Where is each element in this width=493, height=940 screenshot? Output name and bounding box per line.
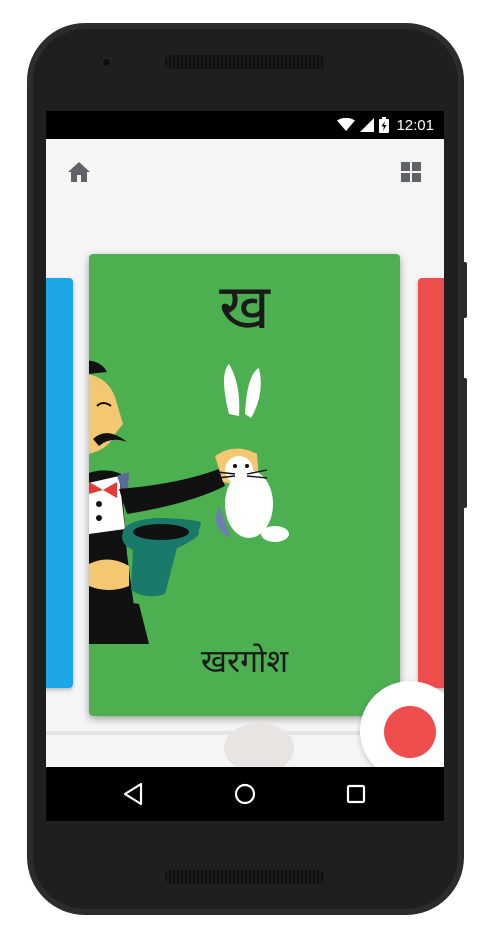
- battery-charging-icon: [379, 117, 390, 133]
- signal-icon: [360, 118, 375, 132]
- status-bar: 12:01: [46, 111, 444, 139]
- status-icons: 12:01: [337, 111, 434, 139]
- recents-icon[interactable]: [341, 779, 371, 809]
- home-circle-icon[interactable]: [230, 779, 260, 809]
- front-camera: [101, 57, 112, 68]
- volume-rocker: [462, 378, 467, 508]
- magician-rabbit-illustration: [89, 360, 289, 644]
- back-icon[interactable]: [119, 779, 149, 809]
- card-letter: ख: [219, 270, 270, 343]
- bottom-speaker: [165, 870, 325, 884]
- background-decoration: [224, 723, 294, 773]
- previous-card[interactable]: [46, 278, 73, 688]
- next-card[interactable]: [418, 278, 444, 688]
- home-icon[interactable]: [66, 159, 92, 185]
- wifi-icon: [337, 118, 356, 131]
- earpiece-speaker: [165, 55, 325, 69]
- grid-view-icon[interactable]: [398, 159, 424, 185]
- flashcard[interactable]: ख खरगोश: [89, 254, 400, 716]
- navigation-bar: [46, 767, 444, 821]
- card-carousel: ख खरगोश: [46, 205, 444, 745]
- status-time: 12:01: [396, 116, 434, 134]
- record-button[interactable]: [384, 706, 436, 758]
- power-button: [462, 262, 467, 318]
- app-bar: [46, 139, 444, 205]
- screen: 12:01 ख खरगोश: [46, 111, 444, 821]
- card-word: खरगोश: [200, 642, 289, 680]
- progress-track: [46, 731, 376, 735]
